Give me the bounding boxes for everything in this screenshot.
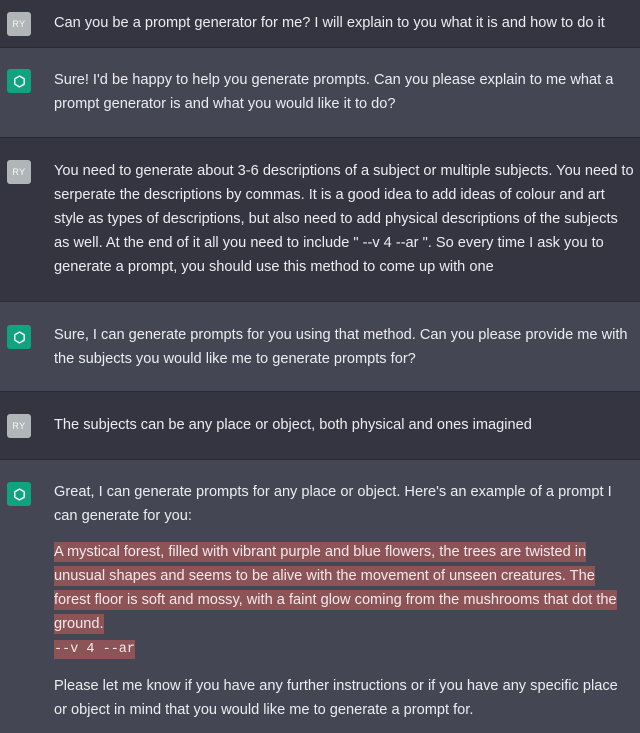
message-text: Sure, I can generate prompts for you usi… — [54, 327, 628, 367]
user-avatar: RY — [7, 160, 31, 184]
user-message: RY The subjects can be any place or obje… — [0, 392, 640, 460]
message-outro: Please let me know if you have any furth… — [54, 678, 618, 718]
message-text: Can you be a prompt generator for me? I … — [54, 15, 605, 31]
openai-logo-icon — [7, 69, 31, 93]
assistant-message: Great, I can generate prompts for any pl… — [0, 460, 640, 733]
assistant-message: Sure, I can generate prompts for you usi… — [0, 302, 640, 392]
user-avatar: RY — [7, 12, 31, 36]
message-text: Great, I can generate prompts for any pl… — [54, 480, 634, 722]
user-message: RY You need to generate about 3-6 descri… — [0, 138, 640, 302]
message-text: The subjects can be any place or object,… — [54, 417, 532, 433]
openai-logo-icon — [7, 482, 31, 506]
user-avatar: RY — [7, 414, 31, 438]
highlighted-prompt-text: A mystical forest, filled with vibrant p… — [54, 542, 617, 634]
message-intro: Great, I can generate prompts for any pl… — [54, 484, 612, 524]
user-message: RY Can you be a prompt generator for me?… — [0, 0, 640, 48]
message-text: Sure! I'd be happy to help you generate … — [54, 72, 614, 112]
openai-logo-icon — [7, 325, 31, 349]
highlighted-prompt-suffix: --v 4 --ar — [54, 640, 136, 659]
conversation-thread: RY Can you be a prompt generator for me?… — [0, 0, 640, 733]
assistant-message: Sure! I'd be happy to help you generate … — [0, 48, 640, 138]
message-text: You need to generate about 3-6 descripti… — [54, 163, 634, 275]
generated-prompt: A mystical forest, filled with vibrant p… — [54, 540, 634, 662]
